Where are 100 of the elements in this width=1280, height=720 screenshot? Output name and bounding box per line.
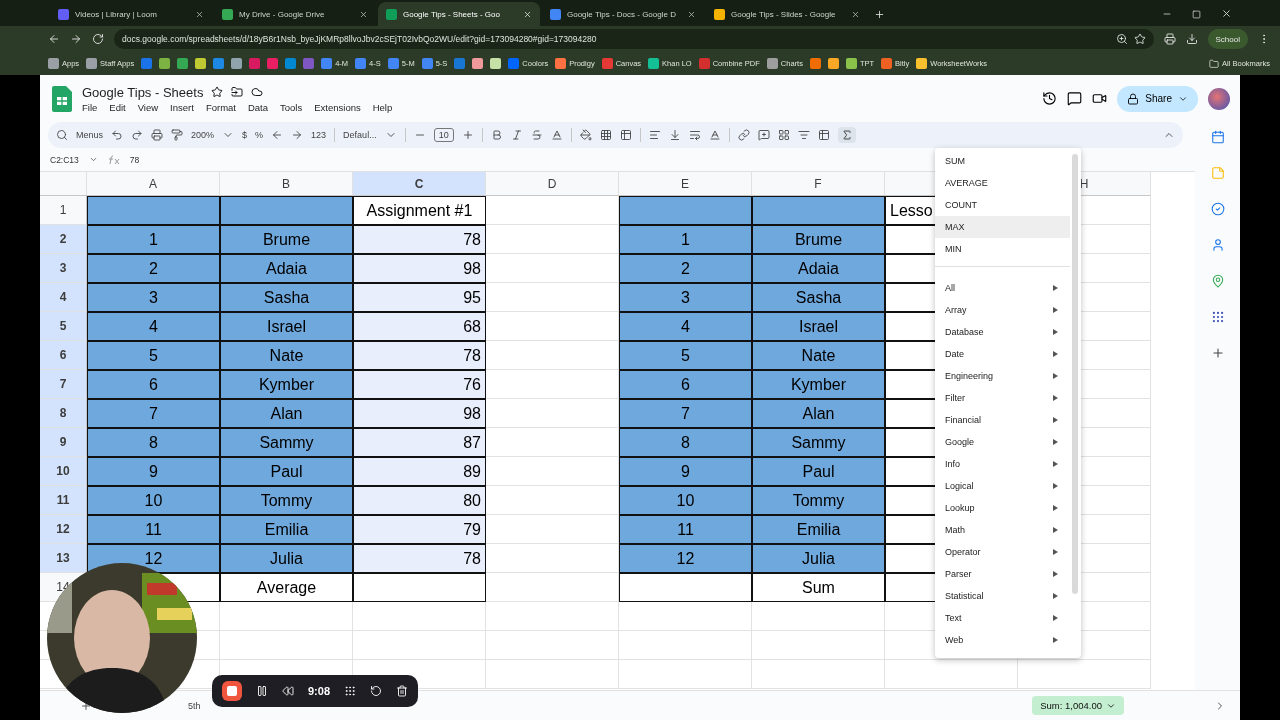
close-icon[interactable]: [851, 9, 860, 19]
menu-item[interactable]: Engineering: [935, 365, 1070, 387]
menu-item[interactable]: Google: [935, 431, 1070, 453]
menu-item[interactable]: Insert: [170, 101, 194, 113]
percent-button[interactable]: %: [255, 130, 264, 140]
menu-item[interactable]: Parser: [935, 563, 1070, 585]
fill-color-icon[interactable]: [579, 129, 592, 141]
menu-item[interactable]: Operator: [935, 541, 1070, 563]
zoom-icon[interactable]: [1115, 33, 1128, 45]
vertical-align-icon[interactable]: [668, 129, 681, 141]
close-icon[interactable]: [195, 9, 204, 19]
menu-item[interactable]: All: [935, 277, 1070, 299]
row-header[interactable]: 12: [40, 515, 87, 544]
name-box[interactable]: C2:C13: [50, 154, 79, 165]
back-icon[interactable]: [48, 33, 60, 45]
menu-item[interactable]: Financial: [935, 409, 1070, 431]
menu-item[interactable]: Edit: [109, 101, 126, 113]
cloud-icon[interactable]: [251, 86, 264, 98]
forward-icon[interactable]: [70, 33, 82, 45]
reload-icon[interactable]: [92, 33, 104, 45]
delete-icon[interactable]: [396, 685, 409, 697]
menu-item[interactable]: Math: [935, 519, 1070, 541]
column-header[interactable]: E: [619, 172, 752, 196]
browser-tab[interactable]: Google Tips - Slides - Google: [706, 2, 868, 26]
lock-icon[interactable]: [1127, 92, 1140, 105]
paint-format-icon[interactable]: [171, 129, 183, 141]
menu-item[interactable]: Format: [205, 101, 236, 113]
column-header[interactable]: B: [220, 172, 353, 196]
italic-icon[interactable]: [510, 129, 523, 141]
borders-icon[interactable]: [599, 129, 612, 141]
sum-button[interactable]: Sum: 1,004.00: [1032, 696, 1124, 715]
browser-tab[interactable]: My Drive - Google Drive: [214, 2, 376, 26]
bold-icon[interactable]: [490, 129, 503, 141]
bookmark-icon[interactable]: [195, 58, 207, 69]
currency-button[interactable]: $: [242, 130, 248, 140]
close-icon[interactable]: [687, 9, 696, 19]
move-folder-icon[interactable]: [231, 86, 244, 98]
menu-item[interactable]: View: [137, 101, 159, 113]
video-call-icon[interactable]: [1092, 91, 1108, 106]
formula-field[interactable]: 78: [129, 154, 140, 165]
comment-icon[interactable]: [1067, 91, 1083, 106]
row-header[interactable]: 11: [40, 486, 87, 515]
menu-item[interactable]: Extensions: [314, 101, 361, 113]
filter-views-icon[interactable]: [817, 129, 830, 141]
browser-tab[interactable]: Google Tips - Sheets - Goo: [378, 2, 540, 26]
stop-button[interactable]: [222, 681, 242, 701]
bookmark-icon[interactable]: [809, 58, 821, 69]
folder-icon[interactable]: [1209, 58, 1220, 69]
font-select[interactable]: Defaul...: [343, 130, 377, 140]
font-size-field[interactable]: 10: [433, 128, 454, 142]
rotate-text-icon[interactable]: [708, 129, 721, 141]
row-header[interactable]: 2: [40, 225, 87, 254]
filter-icon[interactable]: [797, 129, 810, 141]
row-header[interactable]: 4: [40, 283, 87, 312]
restart-icon[interactable]: [370, 685, 383, 697]
star-icon[interactable]: [211, 86, 224, 98]
row-header[interactable]: 5: [40, 312, 87, 341]
address-bar[interactable]: docs.google.com/spreadsheets/d/18yB6r1Nsb_byeJjKMRp8llvoJbv2cSEjT02IvbQo2WU/edit?gid=173094280#gid=173094280: [114, 29, 1154, 49]
bookmark-icon[interactable]: [177, 58, 189, 69]
document-title[interactable]: Google Tips - Sheets: [82, 84, 204, 100]
close-icon[interactable]: [1221, 8, 1232, 19]
menu-item[interactable]: MIN: [935, 238, 1070, 260]
apps-icon[interactable]: [1210, 310, 1225, 324]
row-header[interactable]: 7: [40, 370, 87, 399]
number-format-button[interactable]: 123: [311, 130, 327, 140]
zoom-select[interactable]: 200%: [191, 130, 215, 140]
close-icon[interactable]: [523, 9, 532, 19]
menu-item[interactable]: MAX: [935, 216, 1070, 238]
column-header[interactable]: A: [87, 172, 220, 196]
menu-item[interactable]: Help: [372, 101, 393, 113]
row-header[interactable]: 9: [40, 428, 87, 457]
strikethrough-icon[interactable]: [530, 129, 543, 141]
row-header[interactable]: 1: [40, 196, 87, 225]
pause-icon[interactable]: [256, 685, 268, 697]
caret-icon[interactable]: [88, 155, 98, 164]
menu-item[interactable]: Text: [935, 607, 1070, 629]
row-header[interactable]: 6: [40, 341, 87, 370]
bookmark-icon[interactable]: [231, 58, 243, 69]
avatar[interactable]: [1208, 87, 1230, 110]
redo-icon[interactable]: [131, 129, 143, 141]
browser-tab[interactable]: Videos | Library | Loom: [50, 2, 212, 26]
row-header[interactable]: 3: [40, 254, 87, 283]
text-color-icon[interactable]: [550, 129, 563, 141]
print-icon[interactable]: [1163, 33, 1176, 45]
download-icon[interactable]: [1185, 33, 1198, 45]
profile-button[interactable]: School: [1207, 29, 1248, 49]
plus-icon[interactable]: [461, 129, 474, 141]
column-header[interactable]: D: [486, 172, 619, 196]
menu-item[interactable]: Filter: [935, 387, 1070, 409]
menu-item[interactable]: Info: [935, 453, 1070, 475]
sheets-logo-icon[interactable]: [52, 85, 72, 112]
tasks-icon[interactable]: [1210, 202, 1225, 216]
row-header[interactable]: 13: [40, 544, 87, 573]
menu-item[interactable]: Web: [935, 629, 1070, 651]
menus-search[interactable]: Menus: [76, 130, 103, 140]
menu-item[interactable]: Statistical: [935, 585, 1070, 607]
row-header[interactable]: 8: [40, 399, 87, 428]
undo-icon[interactable]: [111, 129, 123, 141]
rewind-icon[interactable]: [282, 685, 294, 697]
link-icon[interactable]: [737, 129, 750, 141]
